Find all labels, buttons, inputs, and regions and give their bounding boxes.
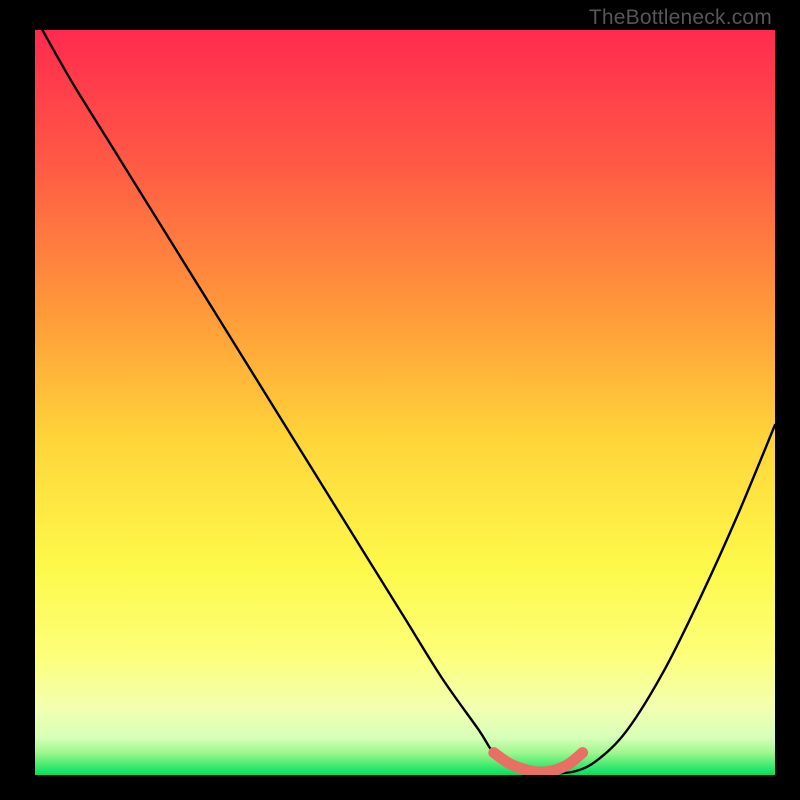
watermark-text: TheBottleneck.com (589, 6, 772, 30)
bottleneck-chart (35, 30, 775, 775)
chart-frame (35, 30, 775, 775)
gradient-background (35, 30, 775, 775)
